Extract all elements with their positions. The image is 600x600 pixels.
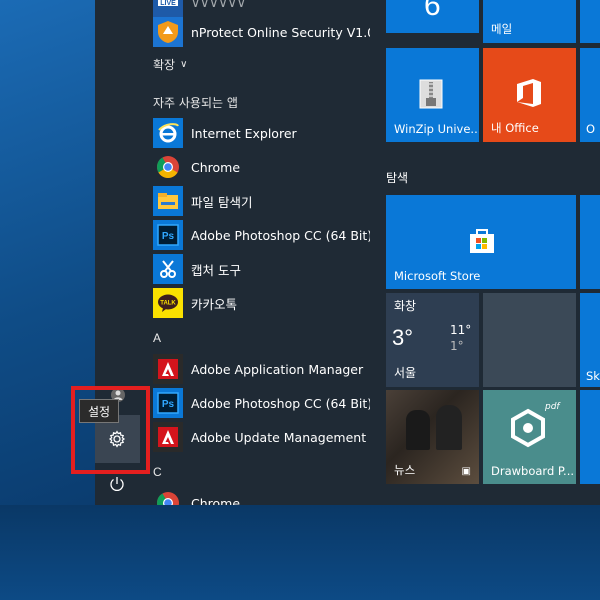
drawboard-icon (508, 408, 548, 448)
group-title-explore: 탐색 (386, 171, 409, 185)
chrome-icon (153, 152, 183, 182)
tile-label: 메일 (491, 22, 513, 36)
tile-area: 6 메일 WinZip Unive... 내 Office O 탐색 Micro… (386, 0, 600, 505)
letter-header-c[interactable]: C (153, 465, 162, 479)
snipping-tool-icon (153, 254, 183, 284)
svg-text:Ps: Ps (162, 231, 175, 242)
news-photo-2 (436, 405, 462, 450)
internet-explorer-icon (153, 118, 183, 148)
app-label: 카카오톡 (191, 296, 238, 312)
tile-label: WinZip Unive... (394, 122, 479, 136)
tile-label: Drawboard P... (491, 464, 575, 478)
winzip-icon (416, 78, 446, 110)
power-icon[interactable] (107, 474, 127, 494)
list-item-chrome[interactable]: Chrome (153, 151, 368, 183)
app-label: Chrome (191, 159, 241, 175)
adobe-icon (153, 422, 183, 452)
photoshop-icon: Ps (153, 220, 183, 250)
store-icon (467, 225, 497, 255)
tile-partial-right-4[interactable] (580, 390, 600, 484)
list-item-kakaotalk[interactable]: TALK 카카오톡 (153, 287, 368, 319)
tile-empty (483, 293, 576, 387)
list-item-photoshop-a[interactable]: Ps Adobe Photoshop CC (64 Bit) (153, 387, 370, 419)
app-label: Adobe Photoshop CC (64 Bit) (191, 395, 370, 411)
adobe-icon (153, 354, 183, 384)
app-label: ∨∨∨∨∨∨ (191, 0, 246, 10)
tile-winzip[interactable]: WinZip Unive... (386, 48, 479, 142)
weather-city: 서울 (394, 366, 417, 380)
app-label: Chrome (191, 495, 241, 506)
tile-label: 내 Office (491, 121, 539, 135)
app-label: Adobe Photoshop CC (64 Bit) (191, 227, 370, 243)
file-explorer-icon (153, 186, 183, 216)
list-item-internet-explorer[interactable]: Internet Explorer (153, 117, 368, 149)
tile-news[interactable]: 뉴스 ▣ (386, 390, 479, 484)
tile-microsoft-store[interactable]: Microsoft Store (386, 195, 576, 289)
tile-drawboard[interactable]: pdf Drawboard P... (483, 390, 576, 484)
photoshop-icon: Ps (153, 388, 183, 418)
drawboard-badge: pdf (545, 402, 560, 412)
expand-toggle[interactable]: 확장 ∨ (153, 56, 187, 73)
chevron-down-icon: ∨ (180, 59, 188, 70)
tile-calendar[interactable]: 6 (386, 0, 479, 33)
tile-label: O (586, 122, 596, 136)
highlight-annotation (71, 386, 150, 474)
tile-number: 6 (424, 0, 441, 22)
desktop-bottom (0, 505, 600, 600)
tile-office[interactable]: 내 Office (483, 48, 576, 142)
svg-text:TALK: TALK (160, 301, 176, 307)
tile-partial-right-3[interactable]: Sk (580, 293, 600, 387)
weather-high: 11° (450, 323, 472, 337)
app-label: Adobe Application Manager (191, 361, 364, 377)
app-label: nProtect Online Security V1.0 (191, 24, 370, 40)
app-icon: LIVE (153, 0, 183, 17)
list-item-snipping-tool[interactable]: 캡처 도구 (153, 253, 368, 285)
svg-text:Ps: Ps (162, 399, 175, 410)
list-item-photoshop[interactable]: Ps Adobe Photoshop CC (64 Bit) (153, 219, 370, 251)
tile-label: Sk (586, 369, 600, 383)
weather-condition: 화창 (394, 299, 417, 313)
nprotect-icon (153, 17, 183, 47)
list-item-nprotect[interactable]: nProtect Online Security V1.0 (153, 16, 370, 48)
kakaotalk-icon: TALK (153, 288, 183, 318)
list-item-adobe-application-manager[interactable]: Adobe Application Manager (153, 353, 368, 385)
app-label: Internet Explorer (191, 125, 297, 141)
tile-partial-right[interactable]: O (580, 48, 600, 142)
frequent-apps-header: 자주 사용되는 앱 (153, 96, 238, 110)
app-label: 캡처 도구 (191, 262, 241, 278)
letter-header-a[interactable]: A (153, 331, 161, 345)
start-menu: LIVE ∨∨∨∨∨∨ nProtect Online Security V1.… (95, 0, 600, 505)
app-label: 파일 탐색기 (191, 194, 253, 210)
app-label: Adobe Update Management Tool (191, 429, 370, 445)
chrome-icon (153, 488, 183, 505)
weather-temp: 3° (392, 325, 414, 350)
tile-mail[interactable]: 메일 (483, 0, 576, 43)
tile-weather[interactable]: 화창 3° 11° 1° 서울 (386, 293, 479, 387)
list-item-chrome-c[interactable]: Chrome (153, 487, 368, 505)
news-icon: ▣ (461, 466, 471, 477)
tile-label: Microsoft Store (394, 269, 481, 283)
weather-low: 1° (450, 339, 464, 353)
tile-partial-right-2[interactable] (580, 195, 600, 289)
news-photo (406, 410, 430, 450)
expand-label: 확장 (153, 58, 176, 72)
tile-label: 뉴스 (394, 463, 416, 477)
tile-partial-top[interactable] (580, 0, 600, 43)
svg-text:LIVE: LIVE (160, 0, 176, 7)
list-item-adobe-update-management[interactable]: Adobe Update Management Tool (153, 421, 370, 453)
list-item-file-explorer[interactable]: 파일 탐색기 (153, 185, 368, 217)
office-icon (515, 78, 543, 108)
